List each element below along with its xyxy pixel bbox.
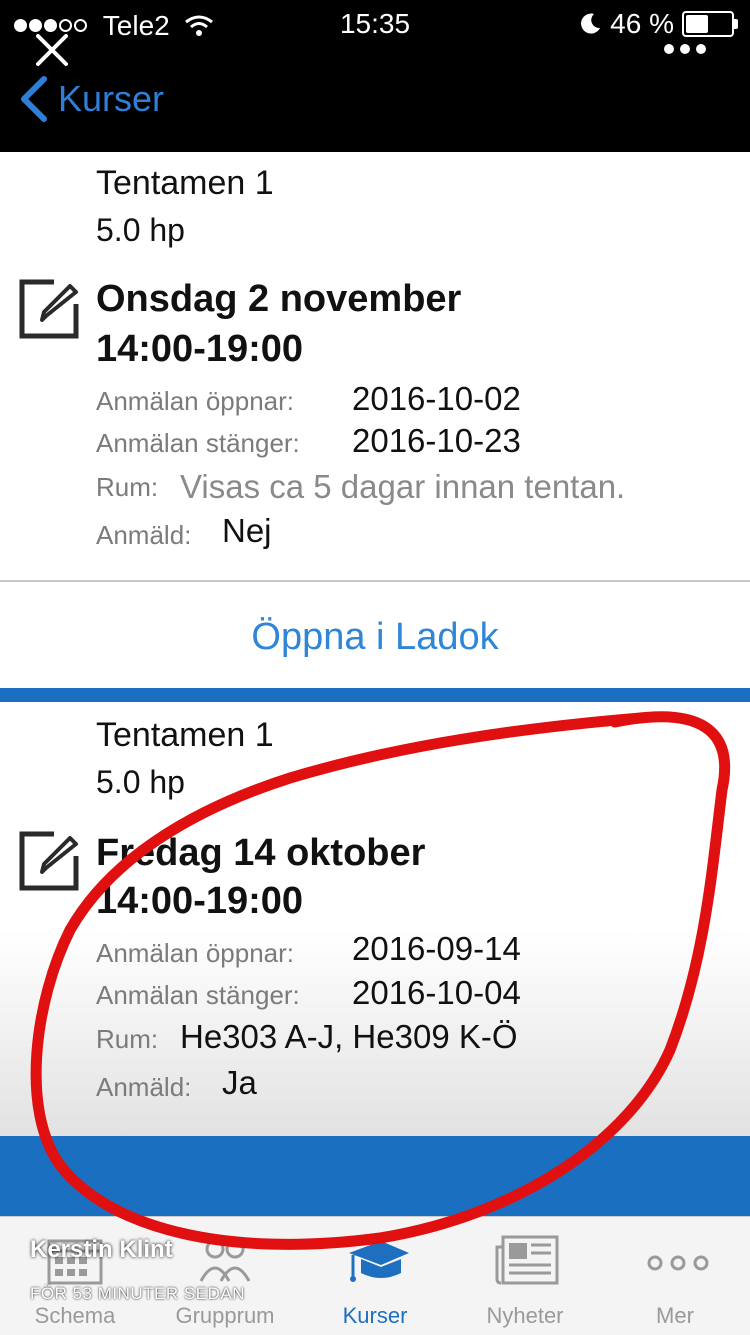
registered-value: Nej xyxy=(222,512,272,549)
more-icon xyxy=(647,1255,709,1271)
tab-grupprum[interactable]: Grupprum xyxy=(150,1217,300,1335)
chevron-left-icon xyxy=(21,76,47,122)
room-label: Rum: xyxy=(96,472,159,502)
registered-value: Ja xyxy=(222,1064,257,1101)
battery-status: 46 % xyxy=(578,8,738,40)
top-bar: Tele2 15:35 46 % Kurser xyxy=(0,0,750,152)
edit-icon xyxy=(19,279,79,339)
exam-title: Tentamen 1 xyxy=(96,164,274,202)
tab-schema[interactable]: Schema xyxy=(0,1217,150,1335)
section-footer-band xyxy=(0,1136,750,1216)
tab-label: Grupprum xyxy=(175,1303,275,1328)
room-label: Rum: xyxy=(96,1024,159,1054)
exam-time: 14:00-19:00 xyxy=(96,880,304,922)
open-in-ladok-link[interactable]: Öppna i Ladok xyxy=(0,616,750,659)
section-separator xyxy=(0,688,750,702)
battery-percent: 46 % xyxy=(610,8,674,39)
room-value: Visas ca 5 dagar innan tentan. xyxy=(180,468,626,505)
registration-closes-label: Anmälan stänger: xyxy=(96,980,300,1010)
close-icon[interactable] xyxy=(32,30,72,70)
registration-closes-label: Anmälan stänger: xyxy=(96,428,300,458)
tab-bar: Schema Grupprum Kurser Nyheter Mer xyxy=(0,1216,750,1335)
divider xyxy=(0,580,750,582)
tab-label: Nyheter xyxy=(486,1303,564,1328)
newspaper-icon xyxy=(495,1235,559,1285)
tab-mer[interactable]: Mer xyxy=(600,1217,750,1335)
registration-opens-label: Anmälan öppnar: xyxy=(96,386,295,416)
back-button[interactable]: Kurser xyxy=(18,76,164,122)
battery-icon xyxy=(682,11,738,37)
registration-closes-value: 2016-10-04 xyxy=(352,974,521,1011)
registration-opens-value: 2016-09-14 xyxy=(352,930,521,967)
tab-nyheter[interactable]: Nyheter xyxy=(450,1217,600,1335)
tab-label: Mer xyxy=(656,1303,694,1328)
exam-title: Tentamen 1 xyxy=(96,716,274,754)
story-timestamp: FÖR 53 MINUTER SEDAN xyxy=(30,1284,245,1303)
exam-date: Fredag 14 oktober xyxy=(96,832,426,874)
registration-opens-value: 2016-10-02 xyxy=(352,380,521,417)
more-options-icon[interactable] xyxy=(664,44,706,54)
registered-label: Anmäld: xyxy=(96,1072,192,1102)
edit-icon xyxy=(19,831,79,891)
exam-date: Onsdag 2 november xyxy=(96,278,462,320)
tab-label: Schema xyxy=(34,1303,116,1328)
registered-label: Anmäld: xyxy=(96,520,192,550)
moon-icon xyxy=(581,13,601,34)
exam-time: 14:00-19:00 xyxy=(96,328,304,370)
group-icon xyxy=(199,1239,251,1282)
room-value: He303 A-J, He309 K-Ö xyxy=(180,1018,518,1055)
exam-credits: 5.0 hp xyxy=(96,212,185,248)
registration-opens-label: Anmälan öppnar: xyxy=(96,938,295,968)
graduation-cap-icon xyxy=(349,1241,409,1282)
back-label: Kurser xyxy=(58,78,165,119)
story-author: Kerstin Klint xyxy=(30,1236,173,1263)
tab-label: Kurser xyxy=(342,1303,408,1328)
tab-kurser[interactable]: Kurser xyxy=(300,1217,450,1335)
exam-credits: 5.0 hp xyxy=(96,764,185,800)
registration-closes-value: 2016-10-23 xyxy=(352,422,521,459)
